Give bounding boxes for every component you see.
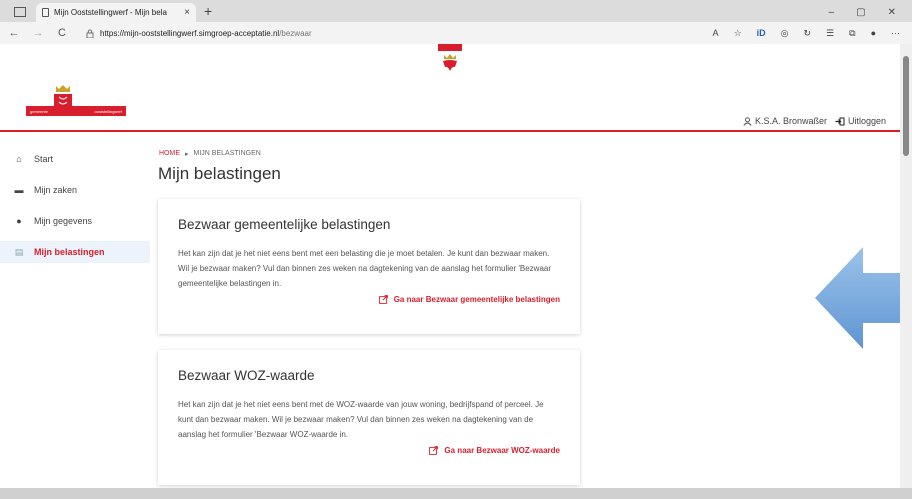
breadcrumb-separator: ▸ bbox=[185, 151, 189, 158]
card-title: Bezwaar gemeentelijke belastingen bbox=[178, 217, 391, 232]
municipality-logo[interactable]: gemeente ooststellingwerf bbox=[26, 106, 126, 116]
card-title: Bezwaar WOZ-waarde bbox=[178, 368, 315, 383]
page-viewport: gemeente ooststellingwerf K.S.A. Bronwaß… bbox=[0, 44, 900, 488]
window-menu-icon[interactable] bbox=[14, 7, 26, 17]
bezwaar-woz-link[interactable]: Ga naar Bezwaar WOZ-waarde bbox=[178, 446, 560, 455]
top-crest-icon bbox=[438, 44, 462, 71]
browser-toolbar: A ☆ iD ◎ ↻ ☰ ⧉ ● ··· bbox=[713, 28, 912, 39]
reload-button[interactable]: C bbox=[52, 27, 72, 39]
page-icon bbox=[42, 8, 49, 17]
pointer-arrow-icon bbox=[815, 247, 900, 349]
site-header: gemeente ooststellingwerf K.S.A. Bronwaß… bbox=[0, 44, 900, 132]
read-aloud-icon[interactable]: A bbox=[713, 28, 719, 39]
archive-icon: ▬ bbox=[14, 185, 24, 195]
sidebar-item-label: Start bbox=[34, 154, 54, 164]
sidebar-item-mijn-belastingen[interactable]: ▤ Mijn belastingen bbox=[0, 241, 150, 263]
close-window-button[interactable]: ✕ bbox=[888, 7, 896, 18]
logout-icon bbox=[835, 117, 845, 125]
user-profile-link[interactable]: K.S.A. Bronwaßer bbox=[743, 116, 827, 126]
external-link-icon bbox=[378, 295, 388, 304]
logout-link[interactable]: Uitloggen bbox=[835, 116, 886, 126]
tab-title: Mijn Ooststellingwerf - Mijn bela bbox=[54, 8, 167, 17]
breadcrumb-current: MIJN BELASTINGEN bbox=[193, 150, 261, 157]
sidebar-item-label: Mijn belastingen bbox=[34, 247, 105, 257]
url-path: /bezwaar bbox=[279, 28, 312, 38]
page-scrollbar[interactable] bbox=[900, 44, 912, 488]
forward-button[interactable]: → bbox=[28, 27, 48, 39]
browser-tab-bar: Mijn Ooststellingwerf - Mijn bela × + – … bbox=[0, 0, 912, 22]
extension-icon[interactable]: iD bbox=[757, 28, 766, 39]
document-icon: ▤ bbox=[14, 246, 24, 257]
card-bezwaar-woz: Bezwaar WOZ-waarde Het kan zijn dat je h… bbox=[158, 350, 580, 485]
home-icon: ⌂ bbox=[16, 154, 22, 164]
browser-tab[interactable]: Mijn Ooststellingwerf - Mijn bela × bbox=[36, 3, 196, 22]
lock-icon bbox=[86, 29, 94, 38]
logout-label: Uitloggen bbox=[847, 116, 886, 126]
profile-avatar-icon[interactable]: ● bbox=[871, 28, 876, 39]
user-name: K.S.A. Bronwaßer bbox=[754, 116, 827, 126]
link-label: Ga naar Bezwaar WOZ-waarde bbox=[444, 446, 560, 455]
back-button[interactable]: ← bbox=[4, 27, 24, 39]
card-bezwaar-belastingen: Bezwaar gemeentelijke belastingen Het ka… bbox=[158, 199, 580, 334]
new-tab-button[interactable]: + bbox=[204, 3, 212, 19]
sidebar-item-mijn-gegevens[interactable]: ● Mijn gegevens bbox=[0, 210, 150, 232]
restore-button[interactable]: ▢ bbox=[856, 7, 865, 18]
card-text: Het kan zijn dat je het niet eens bent m… bbox=[178, 400, 544, 439]
sidebar-item-label: Mijn gegevens bbox=[34, 216, 93, 226]
url-host: https://mijn-ooststellingwerf.simgroep-a… bbox=[100, 28, 280, 38]
collections-icon[interactable]: ⧉ bbox=[849, 28, 855, 39]
sidebar: ⌂ Start ▬ Mijn zaken ● Mijn gegevens ▤ M… bbox=[0, 148, 150, 272]
refresh-extension-icon[interactable]: ↻ bbox=[804, 28, 812, 39]
external-link-icon bbox=[429, 446, 439, 455]
minimize-button[interactable]: – bbox=[829, 7, 835, 18]
logo-right-text: ooststellingwerf bbox=[94, 108, 122, 114]
window-controls: – ▢ ✕ bbox=[829, 7, 912, 22]
camera-icon[interactable]: ◎ bbox=[781, 28, 789, 39]
card-text: Het kan zijn dat je het niet eens bent m… bbox=[178, 249, 552, 288]
breadcrumb-home[interactable]: HOME bbox=[159, 150, 180, 158]
bezwaar-belastingen-link[interactable]: Ga naar Bezwaar gemeentelijke belastinge… bbox=[178, 295, 560, 304]
favorite-star-icon[interactable]: ☆ bbox=[734, 28, 742, 39]
sidebar-item-label: Mijn zaken bbox=[34, 185, 78, 195]
user-area: K.S.A. Bronwaßer Uitloggen bbox=[743, 116, 886, 126]
breadcrumb: HOME ▸ MIJN BELASTINGEN bbox=[159, 150, 261, 158]
sidebar-item-start[interactable]: ⌂ Start bbox=[0, 148, 150, 170]
link-label: Ga naar Bezwaar gemeentelijke belastinge… bbox=[393, 295, 560, 304]
user-icon bbox=[743, 116, 752, 126]
more-menu-icon[interactable]: ··· bbox=[891, 28, 900, 39]
favorites-icon[interactable]: ☰ bbox=[826, 28, 834, 39]
person-icon: ● bbox=[16, 216, 22, 226]
tab-close-icon[interactable]: × bbox=[184, 7, 190, 18]
sidebar-item-mijn-zaken[interactable]: ▬ Mijn zaken bbox=[0, 179, 150, 201]
url-field[interactable]: https://mijn-ooststellingwerf.simgroep-a… bbox=[86, 29, 312, 38]
scrollbar-thumb[interactable] bbox=[903, 56, 909, 156]
logo-left-text: gemeente bbox=[30, 108, 48, 114]
window-bottom-edge bbox=[0, 488, 912, 499]
page-title: Mijn belastingen bbox=[158, 164, 281, 183]
address-bar-row: ← → C https://mijn-ooststellingwerf.simg… bbox=[0, 22, 912, 44]
